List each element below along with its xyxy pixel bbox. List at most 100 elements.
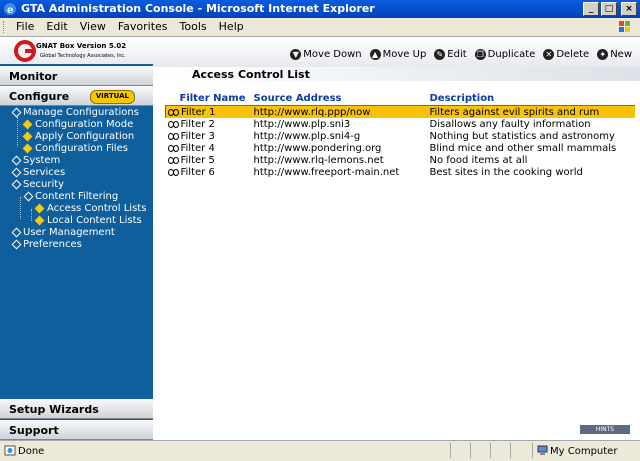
toolbar: ▼ Move Down ▲ Move Up ✎ Edit ❐ Duplicate ✕ De… [290,49,632,60]
table-row[interactable]: Filter 5 http://www.rlq-lemons.net No fo… [166,154,636,166]
main-content: Access Control List Filter Name Source A… [153,67,640,440]
description-cell: No food items at all [429,154,528,166]
tree-label: Access Control Lists [47,202,147,214]
delete-icon: ✕ [543,49,555,60]
sidebar-setup-wizards-label: Setup Wizards [9,403,99,416]
move-up-button[interactable]: ▲ Move Up [369,49,427,60]
binoculars-icon [167,144,179,152]
table-row[interactable]: Filter 3 http://www.plp.sni4-g Nothing b… [166,130,636,142]
sidebar-support[interactable]: Support [0,420,153,440]
tree-system[interactable]: System [12,154,60,166]
page-done-icon [4,445,16,456]
internet-explorer-icon: e [4,3,16,16]
expand-icon [24,192,32,200]
tree-local-content-lists[interactable]: Local Content Lists [34,214,142,226]
table-row[interactable]: Filter 4 http://www.pondering.org Blind … [166,142,636,154]
new-button[interactable]: ✦ New [597,49,632,60]
status-separator [510,443,511,458]
diamond-icon [22,131,33,141]
tree-label: System [23,154,61,166]
sidebar-configure[interactable]: Configure VIRTUAL [0,86,153,106]
company-name: Global Technology Associates, Inc. [40,53,126,59]
windows-logo-icon [619,21,630,32]
minimize-button[interactable]: _ [583,2,599,16]
virtual-badge: VIRTUAL [89,90,135,104]
menu-file[interactable]: File [10,20,40,33]
filter-name: Filter 1 [181,106,216,118]
tree-content-filtering[interactable]: Content Filtering [24,190,118,202]
move-up-label: Move Up [382,49,427,60]
tree-user-management[interactable]: User Management [12,226,115,238]
move-down-button[interactable]: ▼ Move Down [290,49,362,60]
filter-name-cell: Filter 3 [166,130,252,142]
description-cell: Best sites in the cooking world [429,166,583,178]
tree-configuration-files[interactable]: Configuration Files [22,142,128,154]
tree-apply-configuration[interactable]: Apply Configuration [22,130,135,142]
binoculars-icon [167,132,179,140]
security-zone: My Computer [550,446,618,457]
filter-name-cell: Filter 5 [166,154,252,166]
column-description[interactable]: Description [427,92,635,106]
diamond-icon [34,203,45,213]
edit-button[interactable]: ✎ Edit [434,49,467,60]
table-row[interactable]: Filter 6 http://www.freeport-main.net Be… [166,166,636,178]
arrow-down-icon: ▼ [290,49,302,60]
menu-bar: File Edit View Favorites Tools Help [0,18,640,37]
hints-button[interactable]: HINTS [580,425,630,434]
new-label: New [610,49,632,60]
tree-manage-configurations[interactable]: Manage Configurations [12,106,139,118]
tree-label: Apply Configuration [35,130,135,142]
tree-services[interactable]: Services [12,166,65,178]
tree-security[interactable]: Security [12,178,64,190]
tree-label: Local Content Lists [47,214,142,226]
tree-label: Preferences [23,238,82,250]
diamond-icon [22,119,33,129]
menu-grip[interactable] [3,21,7,33]
tree-line [20,197,21,219]
tree-line [17,117,18,147]
tree-access-control-lists[interactable]: Access Control Lists [34,202,147,214]
duplicate-button[interactable]: ❐ Duplicate [474,49,536,60]
acl-table: Filter Name Source Address Description F… [165,92,635,178]
filter-name: Filter 5 [180,154,215,166]
sidebar-setup-wizards[interactable]: Setup Wizards [0,399,153,419]
table-header-row: Filter Name Source Address Description [165,92,635,106]
sidebar-support-label: Support [9,424,59,437]
status-separator [450,443,451,458]
expand-icon [12,168,20,176]
filter-name: Filter 4 [180,142,215,154]
duplicate-label: Duplicate [487,49,536,60]
table-row[interactable]: Filter 2 http://www.plp.sni3 Disallows a… [166,118,636,130]
description-cell: Disallows any faulty information [429,118,591,130]
window-title-bar[interactable]: e GTA Administration Console - Microsoft… [0,0,640,18]
column-source-address[interactable]: Source Address [251,92,428,106]
source-address-cell: http://www.plp.sni4-g [253,130,361,142]
svg-text:e: e [7,5,13,16]
close-button[interactable]: × [621,2,637,16]
menu-edit[interactable]: Edit [40,20,73,33]
menu-favorites[interactable]: Favorites [112,20,174,33]
tree-preferences[interactable]: Preferences [12,238,82,250]
delete-button[interactable]: ✕ Delete [543,49,589,60]
maximize-button[interactable]: □ [601,2,617,16]
gnatbox-logo: GNAT Box Version 5.02 Global Technology … [14,39,154,65]
column-filter-name[interactable]: Filter Name [165,92,252,106]
filter-name: Filter 2 [180,118,215,130]
binoculars-icon [167,156,179,164]
tree-configuration-mode[interactable]: Configuration Mode [22,118,133,130]
tree-label: Configuration Files [35,142,128,154]
sidebar-monitor[interactable]: Monitor [0,66,153,86]
diamond-icon [34,215,45,225]
menu-help[interactable]: Help [213,20,250,33]
tree-line [31,209,32,221]
computer-icon [537,445,548,455]
expand-icon [12,180,20,188]
table-row[interactable]: Filter 1 http://www.rlq.ppp/now Filters … [165,105,635,118]
menu-view[interactable]: View [74,20,112,33]
status-separator [490,443,491,458]
edit-label: Edit [447,49,467,60]
menu-tools[interactable]: Tools [174,20,213,33]
diamond-icon [22,143,33,153]
sidebar: Monitor Configure VIRTUAL Manage Configu… [0,64,153,440]
pencil-icon: ✎ [434,49,446,60]
